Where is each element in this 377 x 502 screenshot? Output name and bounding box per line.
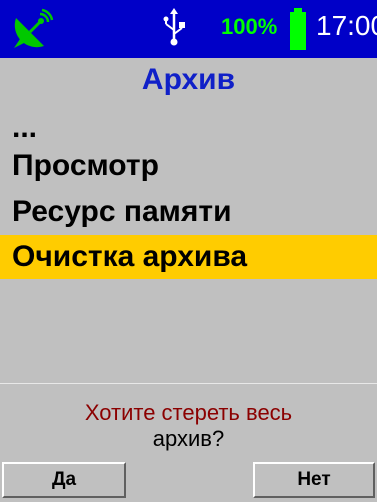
- device-screen: 100% 17:00 Архив ... Просмотр Ресурс пам…: [0, 0, 377, 502]
- page-title: Архив: [141, 63, 236, 96]
- status-bar: 100% 17:00: [0, 0, 377, 58]
- usb-icon: [163, 8, 185, 46]
- clock: 17:00: [316, 10, 377, 41]
- yes-button[interactable]: Да: [2, 462, 126, 498]
- menu-item-memory-resource[interactable]: Ресурс памяти: [0, 190, 377, 234]
- confirm-dialog: Хотите стереть весь архив? Да Нет: [0, 383, 377, 502]
- satellite-dish-icon: [14, 8, 54, 48]
- menu-item-clear-archive[interactable]: Очистка архива: [0, 235, 377, 279]
- battery-icon: [290, 8, 306, 50]
- dialog-message-line2: архив?: [152, 426, 225, 451]
- menu-item-view[interactable]: Просмотр: [0, 144, 377, 188]
- no-button[interactable]: Нет: [253, 462, 375, 498]
- battery-percentage: 100%: [221, 14, 278, 39]
- dialog-message-line1: Хотите стереть весь: [84, 400, 293, 425]
